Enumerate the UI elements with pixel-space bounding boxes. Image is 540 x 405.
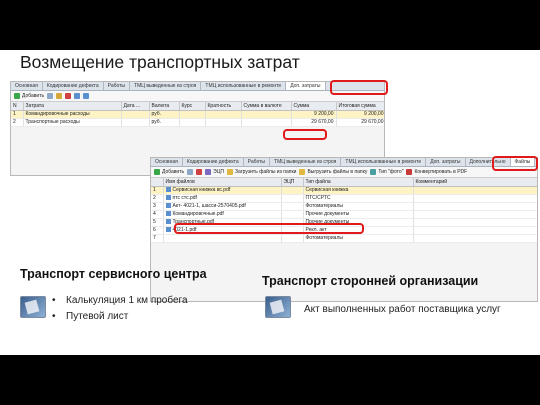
- edit-icon[interactable]: [56, 93, 63, 99]
- section-third-party-transport-title: Транспорт сторонней организации: [262, 274, 479, 288]
- table-row[interactable]: 2 Транспортные расходы руб. 29 670,00 29…: [11, 118, 384, 127]
- add-button[interactable]: Добавить: [14, 93, 44, 99]
- add-button[interactable]: Добавить: [154, 169, 184, 175]
- tab-bar: Основная Кодирование дефекта Работы ТМЦ …: [151, 158, 537, 167]
- file-icon: [165, 211, 171, 217]
- file-icon: [165, 195, 171, 201]
- table-row[interactable]: 3 Акт- 4021-1, шасси-2570405.pdf Фотоматер…: [151, 202, 537, 211]
- delete-icon[interactable]: [196, 169, 203, 175]
- tab-works[interactable]: Работы: [244, 158, 271, 166]
- signature-button-label: ЭЦП: [213, 169, 224, 175]
- document-icon: [20, 296, 46, 318]
- col-header[interactable]: [151, 178, 164, 187]
- service-transport-list: Калькуляция 1 км пробега Путевой лист: [50, 293, 188, 325]
- list-item: Калькуляция 1 км пробега: [50, 293, 188, 309]
- unload-files-label: Выгрузить файлы в папку: [307, 169, 368, 175]
- add-icon: [154, 169, 160, 175]
- col-header[interactable]: Курс: [179, 102, 206, 111]
- photo-type-label: Тип "фото": [378, 169, 404, 175]
- page-title: Возмещение транспортных затрат: [20, 52, 300, 72]
- tab-extra-costs[interactable]: Доп. затраты: [426, 158, 466, 166]
- pdf-icon: [406, 169, 413, 175]
- table-header: N Затрата Дата ... Валюта Курс Кратность…: [11, 102, 384, 111]
- file-icon: [165, 203, 171, 209]
- table-row[interactable]: 4 Командировочные.pdf Прочие документы: [151, 210, 537, 219]
- third-party-transport-text: Акт выполненных работ поставщика услуг: [304, 304, 501, 315]
- convert-pdf-label: Конвертировать в PDF: [414, 169, 468, 175]
- highlight-extra-costs-tab: [330, 80, 388, 95]
- toolbar: Добавить ЭЦП Загрузить файлы из папки Вы…: [151, 167, 537, 178]
- load-files-button[interactable]: Загрузить файлы из папки: [227, 169, 296, 175]
- photo-icon: [370, 169, 377, 175]
- col-header[interactable]: Итоговая сумма: [336, 102, 384, 111]
- col-header[interactable]: Имя файлов: [163, 178, 282, 187]
- highlight-files-tab: [492, 156, 538, 171]
- highlight-transport-sum: [283, 129, 327, 140]
- tab-defect-coding[interactable]: Кодирование дефекта: [43, 82, 104, 90]
- move-down-icon[interactable]: [83, 93, 90, 99]
- table-row[interactable]: 1 Сервисная книжка вс.pdf Сервисная книжка: [151, 186, 537, 195]
- toolbar: Добавить: [11, 91, 384, 102]
- tab-broken-items[interactable]: ТМЦ выведенные из строя: [270, 158, 342, 166]
- signature-icon: [205, 169, 212, 175]
- col-header[interactable]: Кратность: [205, 102, 242, 111]
- highlight-transport-file: [174, 223, 364, 234]
- document-icon: [265, 296, 291, 318]
- copy-icon[interactable]: [47, 93, 54, 99]
- add-icon: [14, 93, 20, 99]
- folder-export-icon: [299, 169, 306, 175]
- tab-bar: Основная Кодирование дефекта Работы ТМЦ …: [11, 82, 384, 91]
- table-row[interactable]: 7 Фотоматериалы: [151, 234, 537, 243]
- col-header[interactable]: Затрата: [23, 102, 122, 111]
- tab-works[interactable]: Работы: [104, 82, 131, 90]
- load-files-label: Загрузить файлы из папки: [235, 169, 297, 175]
- file-icon: [165, 187, 171, 193]
- col-header[interactable]: Дата ...: [121, 102, 150, 111]
- copy-icon[interactable]: [187, 169, 194, 175]
- folder-icon: [227, 169, 233, 175]
- costs-table: N Затрата Дата ... Валюта Курс Кратность…: [11, 102, 384, 127]
- signature-button[interactable]: ЭЦП: [205, 169, 224, 175]
- col-header[interactable]: Сумма: [291, 102, 337, 111]
- table-header: Имя файлов ЭЦП Тип файла Комментарий: [151, 178, 537, 187]
- table-row[interactable]: 2 птс стс.pdf ПТС/СРТС: [151, 194, 537, 203]
- tab-broken-items[interactable]: ТМЦ выведенные из строя: [130, 82, 202, 90]
- col-header[interactable]: ЭЦП: [281, 178, 304, 187]
- unload-files-button[interactable]: Выгрузить файлы в папку: [299, 169, 367, 175]
- section-service-transport-title: Транспорт сервисного центра: [20, 267, 207, 281]
- tab-defect-coding[interactable]: Кодирование дефекта: [183, 158, 244, 166]
- add-button-label: Добавить: [22, 93, 45, 99]
- tab-used-items[interactable]: ТМЦ использованные в ремонте: [201, 82, 287, 90]
- file-icon: [165, 219, 171, 225]
- table-row[interactable]: 1 Командировочные расходы руб. 9 200,00 …: [11, 110, 384, 119]
- add-button-label: Добавить: [162, 169, 185, 175]
- photo-type-button[interactable]: Тип "фото": [370, 169, 403, 175]
- col-header[interactable]: Валюта: [149, 102, 180, 111]
- col-header[interactable]: Сумма в валюте: [241, 102, 292, 111]
- slide: Возмещение транспортных затрат Основная …: [0, 50, 540, 355]
- delete-icon[interactable]: [65, 93, 72, 99]
- col-header[interactable]: Тип файла: [303, 178, 414, 187]
- tab-main[interactable]: Основная: [151, 158, 183, 166]
- tab-main[interactable]: Основная: [11, 82, 43, 90]
- tab-extra-costs[interactable]: Доп. затраты: [286, 82, 326, 90]
- col-header[interactable]: Комментарий: [413, 178, 537, 187]
- list-item: Путевой лист: [50, 309, 188, 325]
- convert-pdf-button[interactable]: Конвертировать в PDF: [406, 169, 467, 175]
- col-header[interactable]: N: [11, 102, 24, 111]
- tab-used-items[interactable]: ТМЦ использованные в ремонте: [341, 158, 427, 166]
- move-up-icon[interactable]: [74, 93, 81, 99]
- file-icon: [165, 227, 171, 233]
